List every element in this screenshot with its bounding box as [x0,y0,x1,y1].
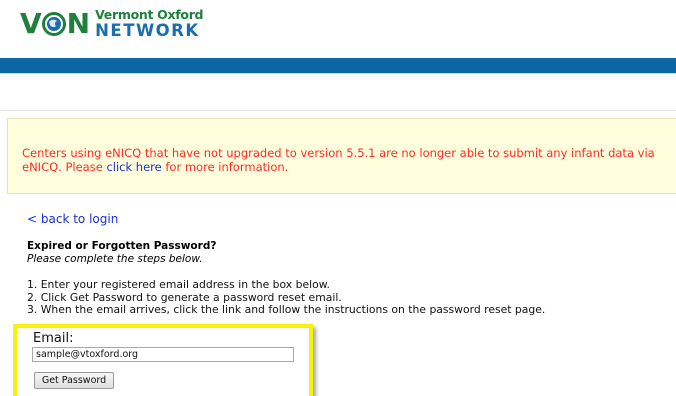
von-logo[interactable]: V N Vermont Oxford NETWORK [20,7,204,40]
notice-banner: Centers using eNICQ that have not upgrad… [7,118,676,194]
email-field[interactable] [32,347,294,362]
notice-text: Centers using eNICQ that have not upgrad… [22,146,672,174]
header-bar [0,58,676,73]
notice-text-after: for more information. [161,160,289,174]
page-heading: Expired or Forgotten Password? [27,240,217,252]
logo-line-2: NETWORK [95,20,200,40]
email-label: Email: [33,331,74,346]
page: V N Vermont Oxford NETWORK Centers using… [0,0,676,396]
logo-mark: V N [20,7,90,40]
header-bar-edge [0,73,676,74]
logo-wordmark: Vermont Oxford NETWORK [95,7,204,40]
get-password-button[interactable]: Get Password [34,372,114,389]
globe-icon [41,12,66,36]
email-form-highlight: Email: Get Password [13,324,313,396]
notice-click-here-link[interactable]: click here [106,160,161,174]
logo-line-1: Vermont Oxford [95,7,204,22]
page-subheading: Please complete the steps below. [27,253,203,265]
instruction-step: 3. When the email arrives, click the lin… [27,303,546,316]
back-to-login-link[interactable]: < back to login [27,212,118,226]
logo-letter-v: V [20,7,42,40]
instructions-list: 1. Enter your registered email address i… [27,278,546,317]
divider [0,110,676,111]
instruction-step: 1. Enter your registered email address i… [27,278,330,291]
logo-letter-n: N [66,7,90,40]
